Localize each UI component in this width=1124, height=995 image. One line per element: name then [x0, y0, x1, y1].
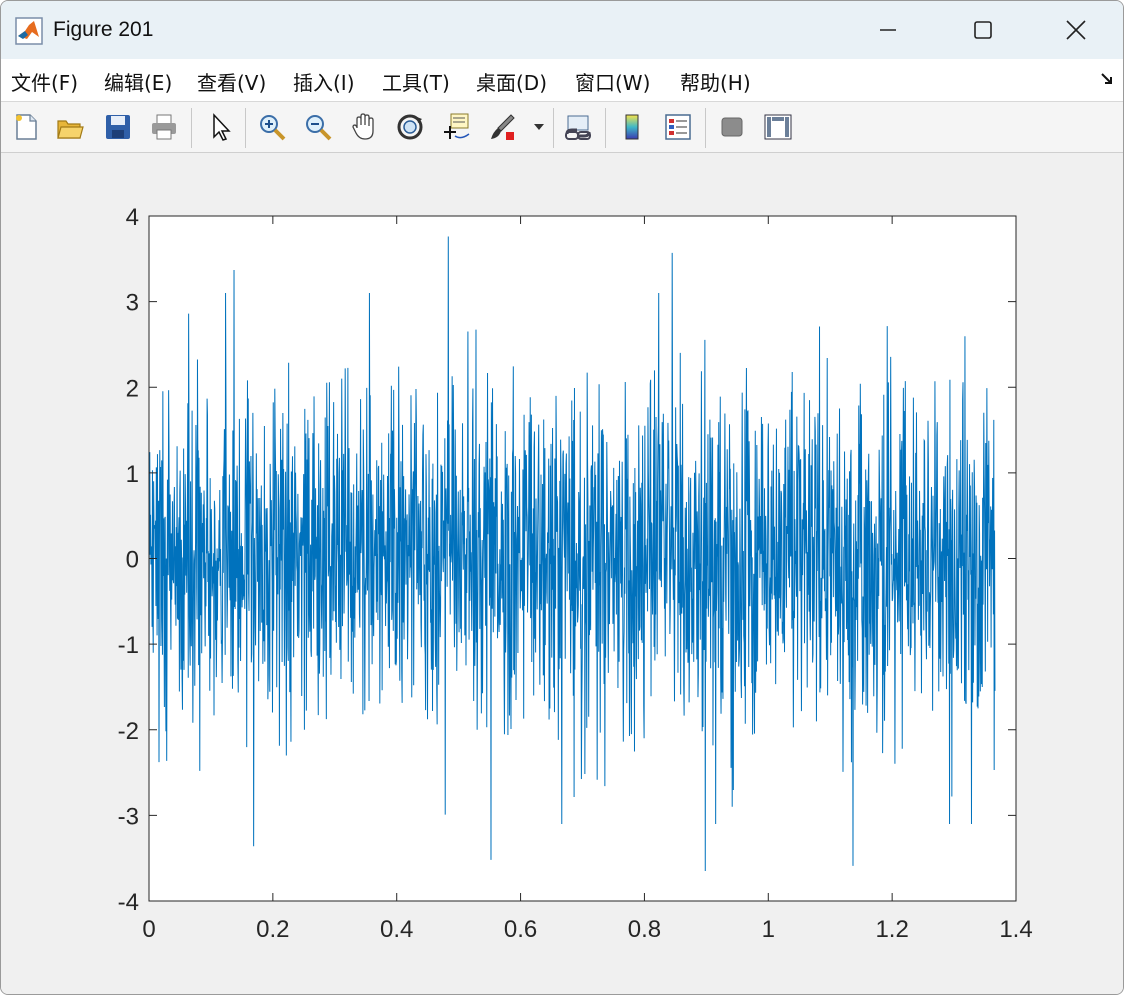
- y-tick-label: -2: [118, 718, 139, 745]
- legend-button[interactable]: [661, 110, 695, 144]
- y-tick-label: -1: [118, 632, 139, 659]
- toolbar-separator: [191, 108, 192, 148]
- minimize-button[interactable]: [841, 1, 935, 59]
- new-figure-icon: [16, 114, 37, 140]
- new-figure-button[interactable]: [9, 110, 43, 144]
- dock-arrow-icon[interactable]: [1099, 71, 1115, 87]
- toolbar-separator: [553, 108, 554, 148]
- data-cursor-button[interactable]: [439, 110, 473, 144]
- pan-button[interactable]: [347, 110, 381, 144]
- link-plot-button[interactable]: [561, 110, 595, 144]
- toolbar-separator: [605, 108, 606, 148]
- colorbar-icon: [625, 114, 639, 140]
- edit-plot-button[interactable]: [203, 110, 237, 144]
- brush-button[interactable]: [485, 110, 519, 144]
- link-plot-icon: [565, 115, 591, 140]
- rotate-3d-icon: [397, 114, 423, 140]
- hide-plot-tools-icon: [721, 117, 743, 137]
- x-tick-label: 1.4: [999, 916, 1032, 943]
- x-tick-label: 0.4: [380, 916, 413, 943]
- legend-icon: [665, 114, 691, 140]
- x-tick-label: 0: [142, 916, 155, 943]
- x-tick-label: 1: [762, 916, 775, 943]
- zoom-out-button[interactable]: [301, 110, 335, 144]
- x-tick-label: 0.2: [256, 916, 289, 943]
- data-cursor-icon: [444, 113, 470, 139]
- figure-toolbar: [1, 102, 1123, 153]
- colorbar-button[interactable]: [615, 110, 649, 144]
- pan-hand-icon: [352, 113, 374, 140]
- print-icon: [152, 114, 176, 140]
- y-tick-label: 2: [126, 375, 139, 402]
- figure-window: Figure 201 文件(F) 编辑(E) 查看(V) 插入(I) 工具(T)…: [0, 0, 1124, 995]
- zoom-in-button[interactable]: [255, 110, 289, 144]
- title-bar[interactable]: Figure 201: [1, 1, 1123, 59]
- y-tick-label: -4: [118, 889, 139, 916]
- line-chart[interactable]: 0 0.2 0.4 0.6 0.8 1 1.2 1.4 -4 -3 -2 -1 0 1 2 3 4: [1, 153, 1123, 994]
- menu-view[interactable]: 查看(V): [197, 67, 266, 96]
- show-plot-tools-icon: [764, 114, 792, 140]
- toolbar-separator: [245, 108, 246, 148]
- toolbar-separator: [705, 108, 706, 148]
- menu-file[interactable]: 文件(F): [11, 67, 78, 96]
- x-tick-label: 0.8: [628, 916, 661, 943]
- menu-bar: 文件(F) 编辑(E) 查看(V) 插入(I) 工具(T) 桌面(D) 窗口(W…: [1, 59, 1123, 102]
- window-title: Figure 201: [53, 18, 154, 41]
- maximize-button[interactable]: [936, 1, 1030, 59]
- close-icon: [1066, 20, 1086, 40]
- menu-tools[interactable]: 工具(T): [382, 67, 450, 96]
- menu-help[interactable]: 帮助(H): [680, 67, 751, 96]
- rotate-3d-button[interactable]: [393, 110, 427, 144]
- open-file-button[interactable]: [53, 110, 87, 144]
- zoom-out-icon: [306, 115, 332, 141]
- y-tick-label: 0: [126, 547, 139, 574]
- maximize-icon: [974, 21, 992, 39]
- show-plot-tools-button[interactable]: [761, 110, 795, 144]
- pointer-icon: [213, 113, 231, 141]
- x-tick-label: 0.6: [504, 916, 537, 943]
- y-tick-label: 4: [126, 204, 139, 231]
- menu-window[interactable]: 窗口(W): [575, 67, 650, 96]
- menu-edit[interactable]: 编辑(E): [104, 67, 172, 96]
- close-button[interactable]: [1029, 1, 1123, 59]
- hide-plot-tools-button[interactable]: [715, 110, 749, 144]
- print-button[interactable]: [147, 110, 181, 144]
- menu-desktop[interactable]: 桌面(D): [476, 67, 547, 96]
- y-tick-label: 3: [126, 290, 139, 317]
- y-tick-label: -3: [118, 803, 139, 830]
- menu-insert[interactable]: 插入(I): [293, 67, 355, 96]
- brush-icon: [491, 114, 515, 140]
- chevron-down-icon: [534, 124, 544, 130]
- matlab-logo-icon: [15, 17, 43, 45]
- figure-canvas[interactable]: 0 0.2 0.4 0.6 0.8 1 1.2 1.4 -4 -3 -2 -1 0 1 2 3 4: [1, 153, 1123, 994]
- brush-dropdown[interactable]: [529, 110, 549, 144]
- y-tick-label: 1: [126, 461, 139, 488]
- save-button[interactable]: [101, 110, 135, 144]
- minimize-icon: [880, 29, 896, 31]
- open-file-icon: [57, 120, 84, 139]
- save-icon: [106, 115, 130, 139]
- x-tick-label: 1.2: [875, 916, 908, 943]
- zoom-in-icon: [260, 115, 286, 141]
